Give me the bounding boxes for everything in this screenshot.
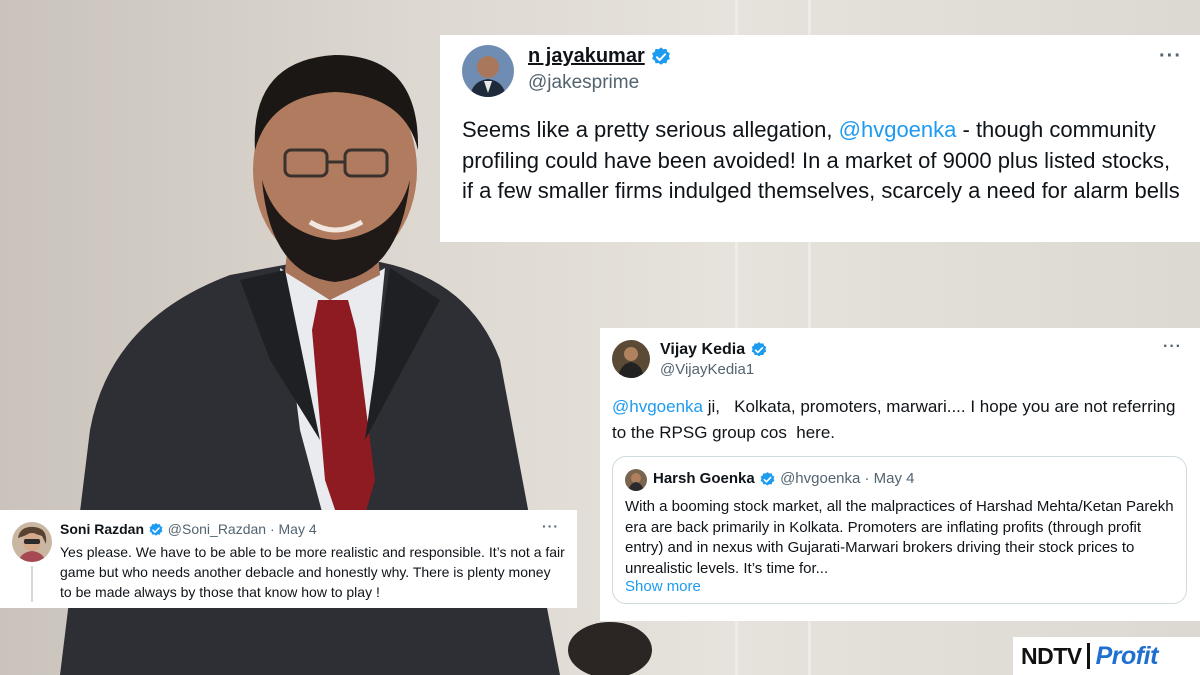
profile-photo-icon (12, 522, 52, 562)
author-handle-date[interactable]: @Soni_Razdan · May 4 (168, 521, 317, 537)
tweet-card-jayakumar[interactable]: n jayakumar @jakesprime ··· Seems like a… (440, 35, 1200, 242)
more-options-icon[interactable]: ··· (1159, 45, 1182, 68)
author-name-text[interactable]: Vijay Kedia (660, 341, 745, 358)
quoted-tweet-header: Harsh Goenka @hvgoenka · May 4 (653, 470, 915, 488)
verified-badge-icon (652, 47, 671, 65)
avatar[interactable] (12, 522, 52, 562)
quoted-author-name[interactable]: Harsh Goenka (653, 470, 755, 487)
mention-link[interactable]: @hvgoenka (839, 117, 957, 142)
author-name[interactable]: Soni Razdan (60, 521, 144, 537)
quoted-handle-date[interactable]: @hvgoenka · May 4 (780, 470, 914, 487)
tweet-text: @hvgoenka ji, Kolkata, promoters, marwar… (612, 394, 1187, 446)
avatar[interactable] (462, 45, 514, 97)
verified-badge-icon (751, 342, 766, 357)
tweet-card-kedia[interactable]: Vijay Kedia @VijayKedia1 ··· @hvgoenka j… (600, 328, 1200, 621)
mention-link[interactable]: @hvgoenka (612, 397, 703, 416)
quoted-tweet-text: With a booming stock market, all the mal… (625, 498, 1174, 577)
tweet-card-razdan[interactable]: Soni Razdan @Soni_Razdan · May 4 ··· Yes… (0, 510, 577, 608)
verified-badge-icon (760, 471, 775, 486)
avatar[interactable] (612, 340, 650, 378)
author-name[interactable]: Vijay Kedia (660, 341, 768, 359)
logo-separator (1086, 643, 1090, 669)
logo-ndtv-text: NDTV (1021, 642, 1082, 669)
profile-photo-icon (612, 340, 650, 378)
more-options-icon[interactable]: ··· (542, 518, 559, 534)
author-handle[interactable]: @jakesprime (528, 72, 639, 94)
show-more-link[interactable]: Show more (625, 578, 701, 595)
tweet-text-part: Seems like a pretty serious allegation, (462, 117, 839, 142)
verified-badge-icon (149, 523, 163, 536)
logo-profit-text: Profit (1095, 641, 1159, 670)
profile-photo-icon (625, 469, 647, 491)
avatar[interactable] (625, 469, 647, 491)
tweet-header: Soni Razdan @Soni_Razdan · May 4 (60, 521, 317, 538)
thread-line (31, 566, 33, 602)
quoted-tweet[interactable]: Harsh Goenka @hvgoenka · May 4 With a bo… (612, 456, 1187, 604)
author-name-text[interactable]: n jayakumar (528, 45, 645, 67)
profile-photo-icon (462, 45, 514, 97)
ndtv-profit-logo: NDTV Profit (1013, 637, 1200, 675)
more-options-icon[interactable]: ··· (1163, 338, 1182, 356)
author-name[interactable]: n jayakumar (528, 45, 672, 68)
author-handle[interactable]: @VijayKedia1 (660, 361, 754, 378)
tweet-text: Yes please. We have to be able to be mor… (60, 544, 565, 600)
tweet-text: Seems like a pretty serious allegation, … (462, 115, 1187, 207)
